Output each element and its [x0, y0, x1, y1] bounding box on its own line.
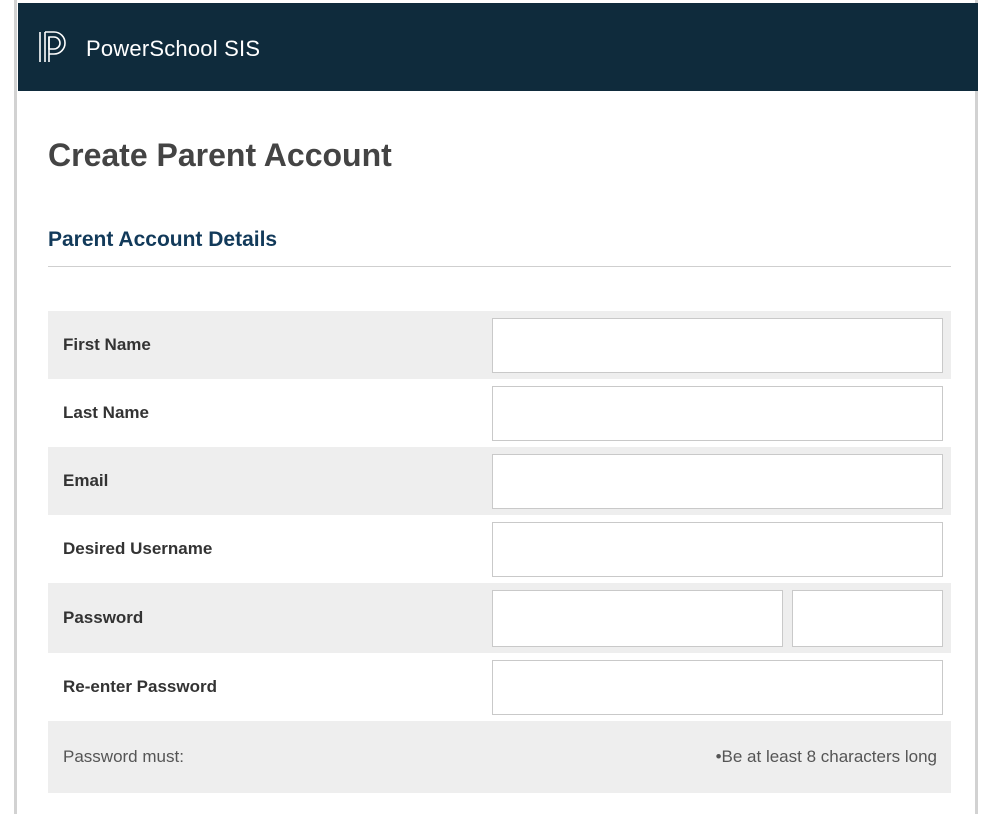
email-label: Email [63, 471, 109, 490]
username-field[interactable] [492, 522, 943, 577]
powerschool-logo-icon [39, 31, 66, 62]
form-row-password: Password [48, 583, 951, 653]
form-row-email: Email [48, 447, 951, 515]
left-gutter [0, 0, 17, 814]
section-title: Parent Account Details [48, 228, 278, 251]
section-divider [48, 266, 951, 267]
last-name-field[interactable] [492, 386, 943, 441]
password-confirm-label: Re-enter Password [63, 677, 217, 696]
password-confirm-field[interactable] [492, 660, 943, 715]
username-label: Desired Username [63, 539, 213, 558]
password-rules-row: Password must: •Be at least 8 characters… [48, 721, 951, 793]
form-row-first-name: First Name [48, 311, 951, 379]
form-row-username: Desired Username [48, 515, 951, 583]
page-title: Create Parent Account [48, 137, 392, 173]
brand-name: PowerSchool SIS [86, 36, 261, 61]
password-strength-indicator [792, 590, 943, 647]
password-label: Password [63, 608, 144, 627]
first-name-field[interactable] [492, 318, 943, 373]
password-field[interactable] [492, 590, 783, 647]
app-header: PowerSchool SIS [18, 3, 978, 91]
password-rules-label: Password must: [63, 747, 184, 766]
first-name-label: First Name [63, 335, 151, 354]
right-gutter [975, 0, 984, 814]
password-rule-item: •Be at least 8 characters long [715, 747, 937, 766]
last-name-label: Last Name [63, 403, 149, 422]
browser-frame: PowerSchool SIS Create Parent Account Pa… [0, 0, 984, 814]
form-row-last-name: Last Name [48, 379, 951, 447]
email-field[interactable] [492, 454, 943, 509]
form-row-password-confirm: Re-enter Password [48, 653, 951, 721]
parent-account-form: First Name Last Name Email Desired Usern… [48, 311, 951, 793]
